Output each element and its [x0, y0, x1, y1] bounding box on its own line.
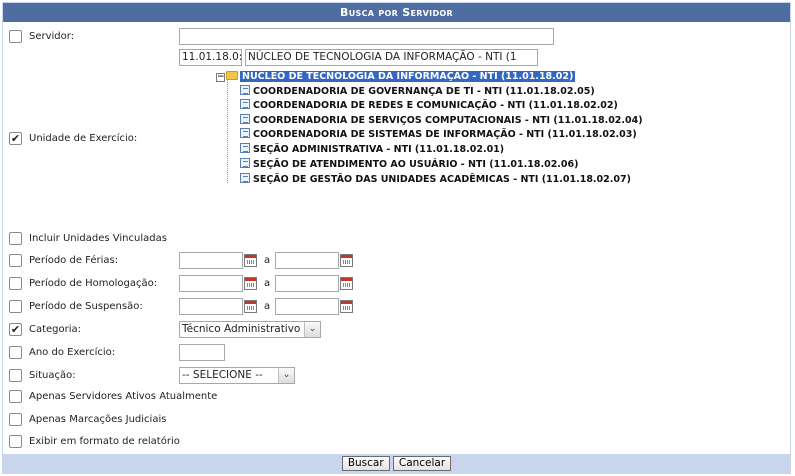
unidade-label: Unidade de Exercício:	[29, 133, 138, 144]
calendar-icon[interactable]	[244, 254, 257, 267]
servidor-checkbox[interactable]	[9, 30, 22, 43]
ferias-start-input[interactable]	[179, 252, 243, 269]
ativos-checkbox[interactable]	[9, 390, 22, 403]
tree-node-child[interactable]: COORDENADORIA DE REDES E COMUNICAÇÃO - N…	[240, 99, 618, 113]
tree-node-child[interactable]: SEÇÃO DE ATENDIMENTO AO USUÁRIO - NTI (1…	[240, 158, 578, 172]
range-separator: a	[264, 301, 271, 312]
unidade-code-input[interactable]: 11.01.18.0:	[179, 49, 242, 66]
situacao-row: Situação: -- SELECIONE -- ⌄	[3, 367, 790, 387]
categoria-label: Categoria:	[29, 324, 82, 335]
judiciais-label: Apenas Marcações Judiciais	[29, 414, 167, 425]
situacao-select[interactable]: -- SELECIONE -- ⌄	[179, 367, 295, 384]
ativos-row: Apenas Servidores Ativos Atualmente	[3, 389, 790, 409]
ferias-row: Período de Férias: a	[3, 252, 790, 272]
range-separator: a	[264, 255, 271, 266]
categoria-row: ✔ Categoria: Técnico Administrativo ⌄	[3, 321, 790, 341]
vinculadas-label: Incluir Unidades Vinculadas	[29, 233, 167, 244]
homologacao-label: Período de Homologação:	[29, 278, 158, 289]
tree-node-root[interactable]: − NÚCLEO DE TECNOLOGIA DA INFORMAÇÃO - NT…	[216, 70, 576, 84]
suspensao-start-input[interactable]	[179, 298, 243, 315]
judiciais-checkbox[interactable]	[9, 413, 22, 426]
suspensao-row: Período de Suspensão: a	[3, 298, 790, 318]
calendar-icon[interactable]	[340, 254, 353, 267]
calendar-icon[interactable]	[244, 277, 257, 290]
collapse-icon[interactable]: −	[216, 73, 225, 82]
unit-icon	[240, 173, 250, 183]
ferias-end-input[interactable]	[275, 252, 339, 269]
tree-node-child[interactable]: COORDENADORIA DE GOVERNANÇA DE TI - NTI …	[240, 85, 595, 99]
chevron-down-icon[interactable]: ⌄	[278, 368, 294, 383]
ativos-label: Apenas Servidores Ativos Atualmente	[29, 391, 218, 402]
situacao-checkbox[interactable]	[9, 369, 22, 382]
servidor-label: Servidor:	[29, 31, 75, 42]
suspensao-end-input[interactable]	[275, 298, 339, 315]
form-footer: Buscar Cancelar	[3, 454, 790, 473]
categoria-select[interactable]: Técnico Administrativo ⌄	[179, 321, 321, 338]
calendar-icon[interactable]	[340, 277, 353, 290]
chevron-down-icon[interactable]: ⌄	[304, 322, 320, 337]
ano-row: Ano do Exercício:	[3, 344, 790, 364]
vinculadas-row: Incluir Unidades Vinculadas	[3, 231, 790, 251]
ferias-label: Período de Férias:	[29, 255, 119, 266]
cancelar-button[interactable]: Cancelar	[392, 456, 452, 471]
ferias-checkbox[interactable]	[9, 254, 22, 267]
categoria-select-value: Técnico Administrativo	[182, 323, 301, 335]
form-caption: Busca por Servidor	[3, 3, 790, 22]
suspensao-checkbox[interactable]	[9, 300, 22, 313]
unidade-checkbox[interactable]: ✔	[9, 132, 22, 145]
ano-checkbox[interactable]	[9, 346, 22, 359]
situacao-label: Situação:	[29, 370, 76, 381]
unidade-row: ✔ Unidade de Exercício:	[3, 129, 790, 149]
unit-icon	[240, 99, 250, 109]
relatorio-label: Exibir em formato de relatório	[29, 436, 180, 447]
folder-open-icon	[226, 71, 238, 80]
homologacao-row: Período de Homologação: a	[3, 275, 790, 295]
range-separator: a	[264, 278, 271, 289]
relatorio-checkbox[interactable]	[9, 435, 22, 448]
judiciais-row: Apenas Marcações Judiciais	[3, 412, 790, 432]
unit-icon	[240, 158, 250, 168]
buscar-button[interactable]: Buscar	[341, 456, 390, 471]
ano-input[interactable]	[179, 344, 225, 361]
suspensao-label: Período de Suspensão:	[29, 301, 143, 312]
servidor-input[interactable]	[179, 28, 554, 45]
homologacao-end-input[interactable]	[275, 275, 339, 292]
unit-icon	[240, 114, 250, 124]
homologacao-checkbox[interactable]	[9, 277, 22, 290]
relatorio-row: Exibir em formato de relatório	[3, 434, 790, 454]
unidade-name-input[interactable]: NÚCLEO DE TECNOLOGIA DA INFORMAÇÃO - NTI…	[245, 49, 538, 66]
unit-icon	[240, 85, 250, 95]
calendar-icon[interactable]	[340, 300, 353, 313]
tree-node-child[interactable]: COORDENADORIA DE SERVIÇOS COMPUTACIONAIS…	[240, 114, 643, 128]
vinculadas-checkbox[interactable]	[9, 232, 22, 245]
homologacao-start-input[interactable]	[179, 275, 243, 292]
categoria-checkbox[interactable]: ✔	[9, 323, 22, 336]
tree-node-child[interactable]: SEÇÃO DE GESTÃO DAS UNIDADES ACADÊMICAS …	[240, 173, 631, 187]
situacao-select-value: -- SELECIONE --	[182, 369, 263, 381]
servidor-row: Servidor:	[3, 27, 790, 47]
ano-label: Ano do Exercício:	[29, 347, 116, 358]
calendar-icon[interactable]	[244, 300, 257, 313]
search-form: Busca por Servidor Servidor: 11.01.18.0:…	[2, 2, 791, 474]
